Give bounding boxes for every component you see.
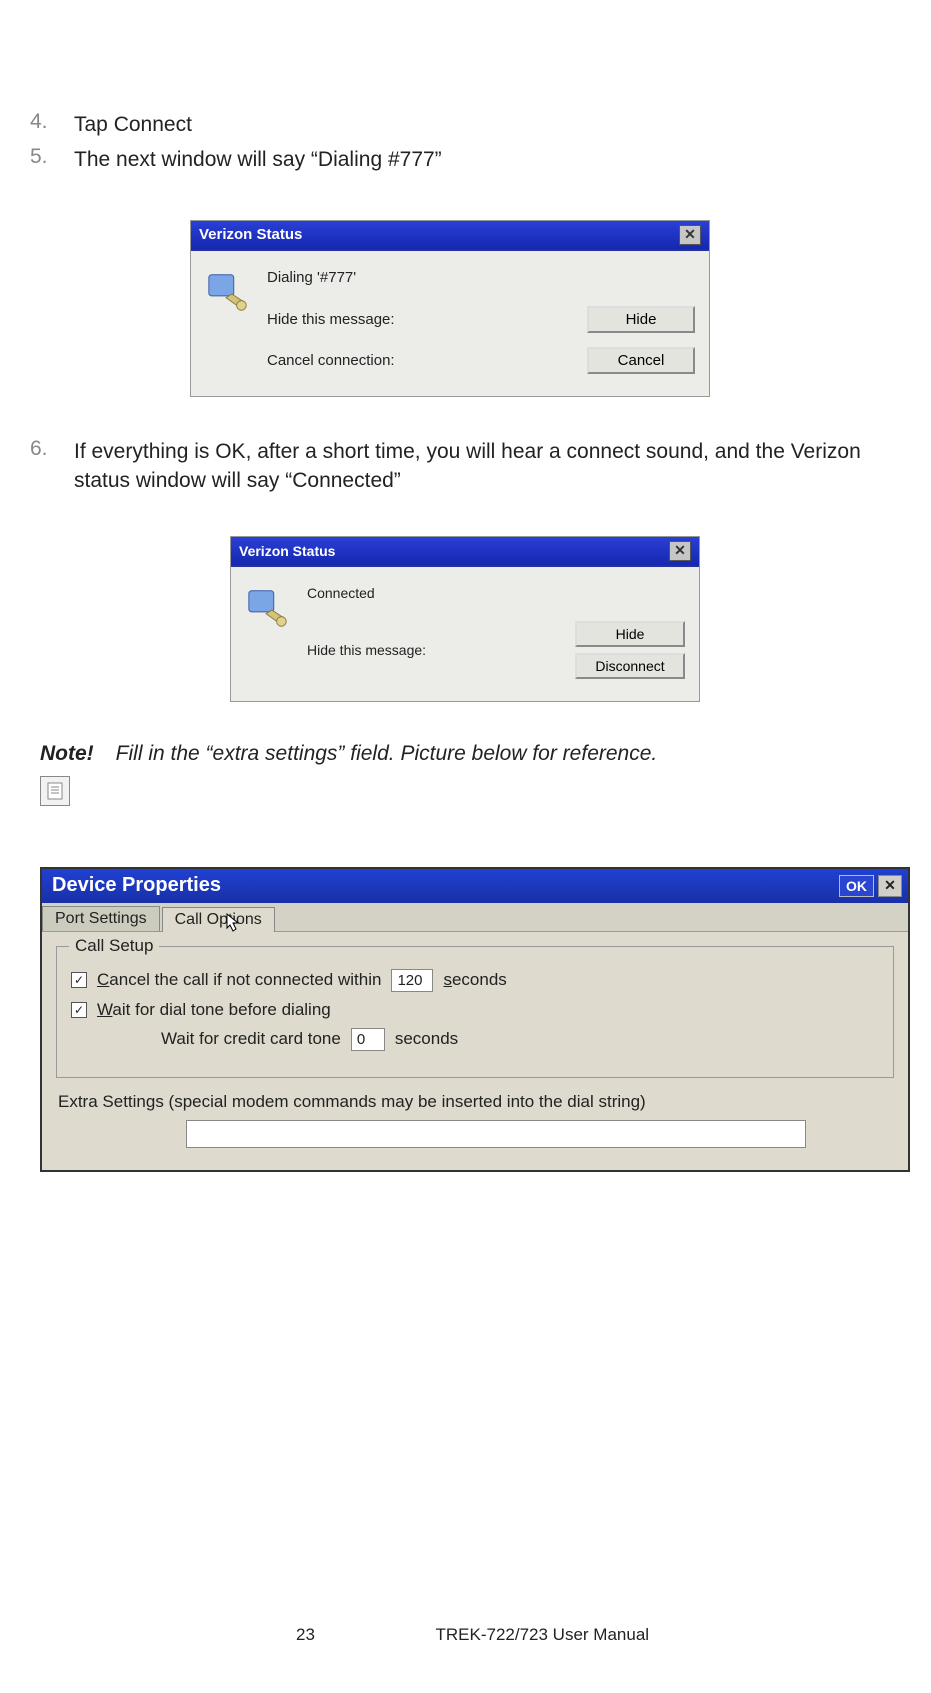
ok-button[interactable]: OK <box>839 875 874 897</box>
hide-button[interactable]: Hide <box>575 621 685 647</box>
hide-button[interactable]: Hide <box>587 306 695 333</box>
window-content: Connected Hide this message: Hide Discon… <box>307 585 685 679</box>
step-number: 4. <box>30 110 74 139</box>
call-setup-group: Call Setup ✓ Cancel the call if not conn… <box>56 946 894 1078</box>
status-text: Connected <box>307 585 685 601</box>
close-icon: ✕ <box>884 877 896 894</box>
note-label: Note! <box>40 742 94 766</box>
note: Note! Fill in the “extra settings” field… <box>40 742 901 766</box>
wait-credit-row: Wait for credit card tone 0 seconds <box>161 1028 879 1051</box>
close-icon: ✕ <box>674 542 686 559</box>
manual-name: TREK-722/723 User Manual <box>436 1625 756 1645</box>
window-title: Verizon Status <box>239 543 335 559</box>
step-5: 5. The next window will say “Dialing #77… <box>30 145 901 174</box>
wait-credit-label: Wait for credit card tone <box>161 1029 341 1049</box>
cancel-call-checkbox[interactable]: ✓ <box>71 972 87 988</box>
tab-bar: Port Settings Call Options <box>42 903 908 932</box>
dial-icon <box>245 585 291 631</box>
dial-icon <box>205 269 251 315</box>
step-text: Tap Connect <box>74 110 192 139</box>
cancel-button[interactable]: Cancel <box>587 347 695 374</box>
hide-label: Hide this message: <box>267 311 575 328</box>
titlebar: Verizon Status ✕ <box>191 221 709 251</box>
page-footer: 23 TREK-722/723 User Manual <box>0 1625 931 1645</box>
tab-call-options[interactable]: Call Options <box>162 907 275 932</box>
verizon-status-connected-window: Verizon Status ✕ Connected Hide this mes… <box>230 536 901 702</box>
close-icon: ✕ <box>684 226 696 243</box>
window-frame: Verizon Status ✕ Connected Hide this mes… <box>230 536 700 702</box>
title-buttons: OK ✕ <box>839 875 902 897</box>
window-body: Connected Hide this message: Hide Discon… <box>231 567 699 701</box>
disconnect-button[interactable]: Disconnect <box>575 653 685 679</box>
status-text: Dialing '#777' <box>267 269 695 286</box>
note-text: Fill in the “extra settings” field. Pict… <box>116 742 658 766</box>
cancel-label: Cancel connection: <box>267 352 575 369</box>
page-number: 23 <box>176 1625 436 1645</box>
seconds-label: seconds <box>443 970 506 990</box>
step-number: 5. <box>30 145 74 174</box>
step-number: 6. <box>30 437 74 496</box>
cursor-icon <box>225 912 241 937</box>
device-properties-window: Device Properties OK ✕ Port Settings Cal… <box>40 867 901 1172</box>
close-button[interactable]: ✕ <box>669 541 691 561</box>
note-icon <box>40 776 70 806</box>
hide-row: Hide this message: Hide Disconnect <box>307 621 685 679</box>
titlebar: Device Properties OK ✕ <box>42 869 908 903</box>
extra-settings-label: Extra Settings (special modem commands m… <box>58 1092 894 1112</box>
group-title: Call Setup <box>69 936 159 956</box>
wait-credit-seconds-field[interactable]: 0 <box>351 1028 385 1051</box>
step-text: The next window will say “Dialing #777” <box>74 145 442 174</box>
titlebar: Verizon Status ✕ <box>231 537 699 567</box>
window-body: Dialing '#777' Hide this message: Hide C… <box>191 251 709 396</box>
verizon-status-dialing-window: Verizon Status ✕ Dialing '#777' Hide thi… <box>190 220 901 397</box>
cancel-call-row: ✓ Cancel the call if not connected withi… <box>71 969 879 992</box>
button-stack: Hide Disconnect <box>565 621 685 679</box>
tab-label: Call Options <box>175 911 262 928</box>
window-content: Dialing '#777' Hide this message: Hide C… <box>267 269 695 374</box>
window-title: Device Properties <box>52 874 221 897</box>
tab-port-settings[interactable]: Port Settings <box>42 906 160 931</box>
hide-row: Hide this message: Hide <box>267 306 695 333</box>
window-frame: Verizon Status ✕ Dialing '#777' Hide thi… <box>190 220 710 397</box>
seconds-label: seconds <box>395 1029 458 1049</box>
wait-dial-tone-checkbox[interactable]: ✓ <box>71 1002 87 1018</box>
wait-dial-tone-row: ✓ Wait for dial tone before dialing <box>71 1000 879 1020</box>
window-body: Call Setup ✓ Cancel the call if not conn… <box>42 932 908 1170</box>
status-row: Dialing '#777' <box>267 269 695 286</box>
window-title: Verizon Status <box>199 226 302 243</box>
cancel-row: Cancel connection: Cancel <box>267 347 695 374</box>
cancel-call-seconds-field[interactable]: 120 <box>391 969 433 992</box>
cancel-call-label: Cancel the call if not connected within <box>97 970 381 990</box>
hide-label: Hide this message: <box>307 642 553 658</box>
close-button[interactable]: ✕ <box>679 225 701 245</box>
status-row: Connected <box>307 585 685 601</box>
step-4: 4. Tap Connect <box>30 110 901 139</box>
wait-dial-tone-label: Wait for dial tone before dialing <box>97 1000 331 1020</box>
step-text: If everything is OK, after a short time,… <box>74 437 901 496</box>
close-button[interactable]: ✕ <box>878 875 902 897</box>
window-frame: Device Properties OK ✕ Port Settings Cal… <box>40 867 910 1172</box>
extra-settings-field[interactable] <box>186 1120 806 1148</box>
step-6: 6. If everything is OK, after a short ti… <box>30 437 901 496</box>
